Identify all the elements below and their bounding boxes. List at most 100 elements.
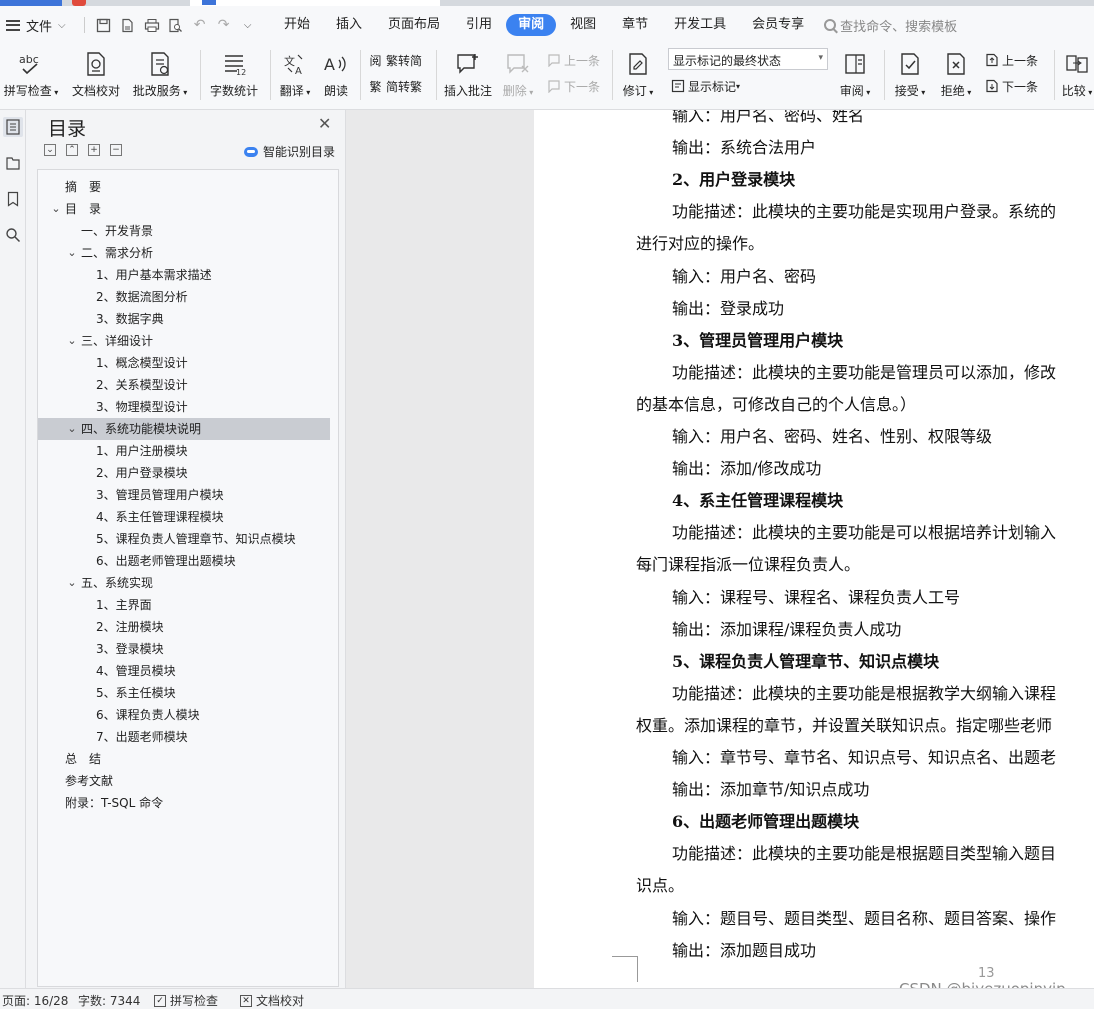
toc-item[interactable]: 1、概念模型设计 xyxy=(38,352,338,374)
toc-item[interactable]: 2、数据流图分析 xyxy=(38,286,338,308)
next-comment-button[interactable]: 下一条 xyxy=(546,76,600,96)
tab-member[interactable]: 会员专享 xyxy=(740,14,816,36)
toc-item[interactable]: 6、课程负责人模块 xyxy=(38,704,338,726)
toc-item[interactable]: 1、用户基本需求描述 xyxy=(38,264,338,286)
toc-item[interactable]: ⌄ 五、系统实现 xyxy=(38,572,338,594)
chevron-down-icon[interactable]: ⌄ xyxy=(66,418,78,440)
print-preview-icon[interactable] xyxy=(167,16,185,34)
customize-toolbar-icon[interactable]: ⌵ xyxy=(239,16,257,34)
trad-to-simp-button[interactable]: 阅 繁转简 xyxy=(368,50,422,70)
compare-button[interactable]: 比较 ▾ xyxy=(1060,44,1094,110)
toc-item[interactable]: 1、主界面 xyxy=(38,594,338,616)
close-icon[interactable]: ✕ xyxy=(318,114,331,133)
tab-view[interactable]: 视图 xyxy=(558,14,608,36)
toc-item[interactable]: 3、登录模块 xyxy=(38,638,338,660)
toc-item[interactable]: 6、出题老师管理出题模块 xyxy=(38,550,338,572)
toc-item[interactable]: 4、管理员模块 xyxy=(38,660,338,682)
word-count-indicator[interactable]: 字数: 7344 xyxy=(78,992,140,1009)
toc-item[interactable]: 3、物理模型设计 xyxy=(38,396,338,418)
document-page[interactable]: 13 输入：用户名、密码、姓名 输出：系统合法用户 2、用户登录模块 功能描述：此模块… xyxy=(534,110,1094,988)
toc-item[interactable]: 3、数据字典 xyxy=(38,308,338,330)
chevron-down-icon[interactable]: ⌄ xyxy=(50,198,62,220)
toc-item[interactable]: 一、开发背景 xyxy=(38,220,338,242)
bookmark-icon[interactable] xyxy=(3,189,23,209)
doc-proof-toggle[interactable]: ✕ 文档校对 xyxy=(240,992,304,1009)
toc-item[interactable]: 总 结 xyxy=(38,748,338,770)
show-markup-button[interactable]: 显示标记 ▾ xyxy=(670,76,740,96)
chapter-nav-icon[interactable] xyxy=(3,153,23,173)
delete-comment-button[interactable]: 删除 ▾ xyxy=(500,44,536,110)
reject-button[interactable]: 拒绝 ▾ xyxy=(936,44,976,110)
next-change-button[interactable]: 下一条 xyxy=(984,76,1038,96)
toc-item[interactable]: ⌄ 二、需求分析 xyxy=(38,242,338,264)
toc-item[interactable]: 4、系主任管理课程模块 xyxy=(38,506,338,528)
tab-review[interactable]: 审阅 xyxy=(506,14,557,36)
toc-item[interactable]: ⌄ 三、详细设计 xyxy=(38,330,338,352)
doc-proof-button[interactable]: 文档校对 xyxy=(70,44,122,110)
add-heading-icon[interactable]: + xyxy=(88,144,100,156)
read-aloud-button[interactable]: A 朗读 xyxy=(320,44,352,110)
grading-service-button[interactable]: 批改服务 ▾ xyxy=(130,44,190,110)
spell-check-button[interactable]: abc 拼写检查 ▾ xyxy=(2,44,60,110)
tab-section[interactable]: 章节 xyxy=(610,14,660,36)
toc-item[interactable]: 5、系主任模块 xyxy=(38,682,338,704)
tab-insert[interactable]: 插入 xyxy=(324,14,374,36)
paragraph-line: 输出：系统合法用户 xyxy=(672,138,817,158)
review-pane-button[interactable]: 审阅 ▾ xyxy=(836,44,874,110)
toc-item[interactable]: 1、用户注册模块 xyxy=(38,440,338,462)
tab-page-layout[interactable]: 页面布局 xyxy=(376,14,452,36)
read-aloud-icon: A xyxy=(322,50,350,78)
translate-button[interactable]: 文A 翻译 ▾ xyxy=(276,44,314,110)
toc-item[interactable]: ⌄ 四、系统功能模块说明 xyxy=(38,418,330,440)
paragraph-line: 输入：题目号、题目类型、题目名称、题目答案、操作 xyxy=(672,908,1057,928)
toc-item[interactable]: 摘 要 xyxy=(38,176,338,198)
prev-comment-button[interactable]: 上一条 xyxy=(546,50,600,70)
toc-item[interactable]: 3、管理员管理用户模块 xyxy=(38,484,338,506)
tab-home[interactable]: 开始 xyxy=(272,14,322,36)
prev-change-button[interactable]: 上一条 xyxy=(984,50,1038,70)
chevron-down-icon[interactable]: ⌄ xyxy=(66,242,78,264)
undo-icon[interactable]: ↶ xyxy=(191,16,209,34)
expand-level-icon[interactable]: ⌃ xyxy=(66,144,78,156)
save-icon[interactable] xyxy=(95,16,113,34)
track-changes-label: 修订 xyxy=(622,84,647,98)
spell-check-toggle[interactable]: ✓ 拼写检查 xyxy=(154,992,218,1009)
tab-references[interactable]: 引用 xyxy=(454,14,504,36)
prev-change-label: 上一条 xyxy=(1002,53,1039,68)
spell-check-icon: abc xyxy=(17,50,45,78)
smart-toc-label: 智能识别目录 xyxy=(263,145,336,159)
toc-item[interactable]: 7、出题老师模块 xyxy=(38,726,338,748)
toc-item[interactable]: 2、用户登录模块 xyxy=(38,462,338,484)
search-icon[interactable] xyxy=(3,225,23,245)
paragraph-line: 输出：登录成功 xyxy=(672,298,785,318)
export-pdf-icon[interactable] xyxy=(119,16,137,34)
toc-item[interactable]: ⌄ 目 录 xyxy=(38,198,338,220)
toc-item[interactable]: 5、课程负责人管理章节、知识点模块 xyxy=(38,528,338,550)
toc-item[interactable]: 附录：T-SQL 命令 xyxy=(38,792,338,814)
toc-panel-icon[interactable] xyxy=(3,117,23,137)
print-icon[interactable] xyxy=(143,16,161,34)
simp-to-trad-button[interactable]: 繁 简转繁 xyxy=(368,76,422,96)
section-heading: 4、系主任管理课程模块 xyxy=(672,491,844,511)
insert-comment-button[interactable]: 插入批注 xyxy=(442,44,494,110)
tab-developer[interactable]: 开发工具 xyxy=(662,14,738,36)
smart-toc-button[interactable]: 智能识别目录 xyxy=(244,143,335,160)
redo-icon[interactable]: ↷ xyxy=(215,16,233,34)
paragraph-line: 输入：课程号、课程名、课程负责人工号 xyxy=(672,587,961,607)
page-indicator[interactable]: 页面: 16/28 xyxy=(2,992,68,1009)
collapse-all-icon[interactable]: ⌄ xyxy=(44,144,56,156)
toc-item[interactable]: 2、关系模型设计 xyxy=(38,374,338,396)
toc-item[interactable]: 参考文献 xyxy=(38,770,338,792)
track-changes-button[interactable]: 修订 ▾ xyxy=(618,44,658,110)
toc-item[interactable]: 2、注册模块 xyxy=(38,616,338,638)
remove-heading-icon[interactable]: − xyxy=(110,144,122,156)
markup-mode-select[interactable]: 显示标记的最终状态 ▾ xyxy=(668,48,828,70)
svg-text:123: 123 xyxy=(236,68,246,76)
chevron-down-icon[interactable]: ⌄ xyxy=(66,330,78,352)
chevron-down-icon[interactable]: ⌄ xyxy=(66,572,78,594)
doc-proof-icon xyxy=(82,50,110,78)
command-search[interactable]: 查找命令、搜索模板 xyxy=(824,16,957,35)
accept-button[interactable]: 接受 ▾ xyxy=(890,44,930,110)
file-menu[interactable]: 文件 ⌵ xyxy=(0,6,66,44)
word-count-button[interactable]: 123 字数统计 xyxy=(206,44,262,110)
